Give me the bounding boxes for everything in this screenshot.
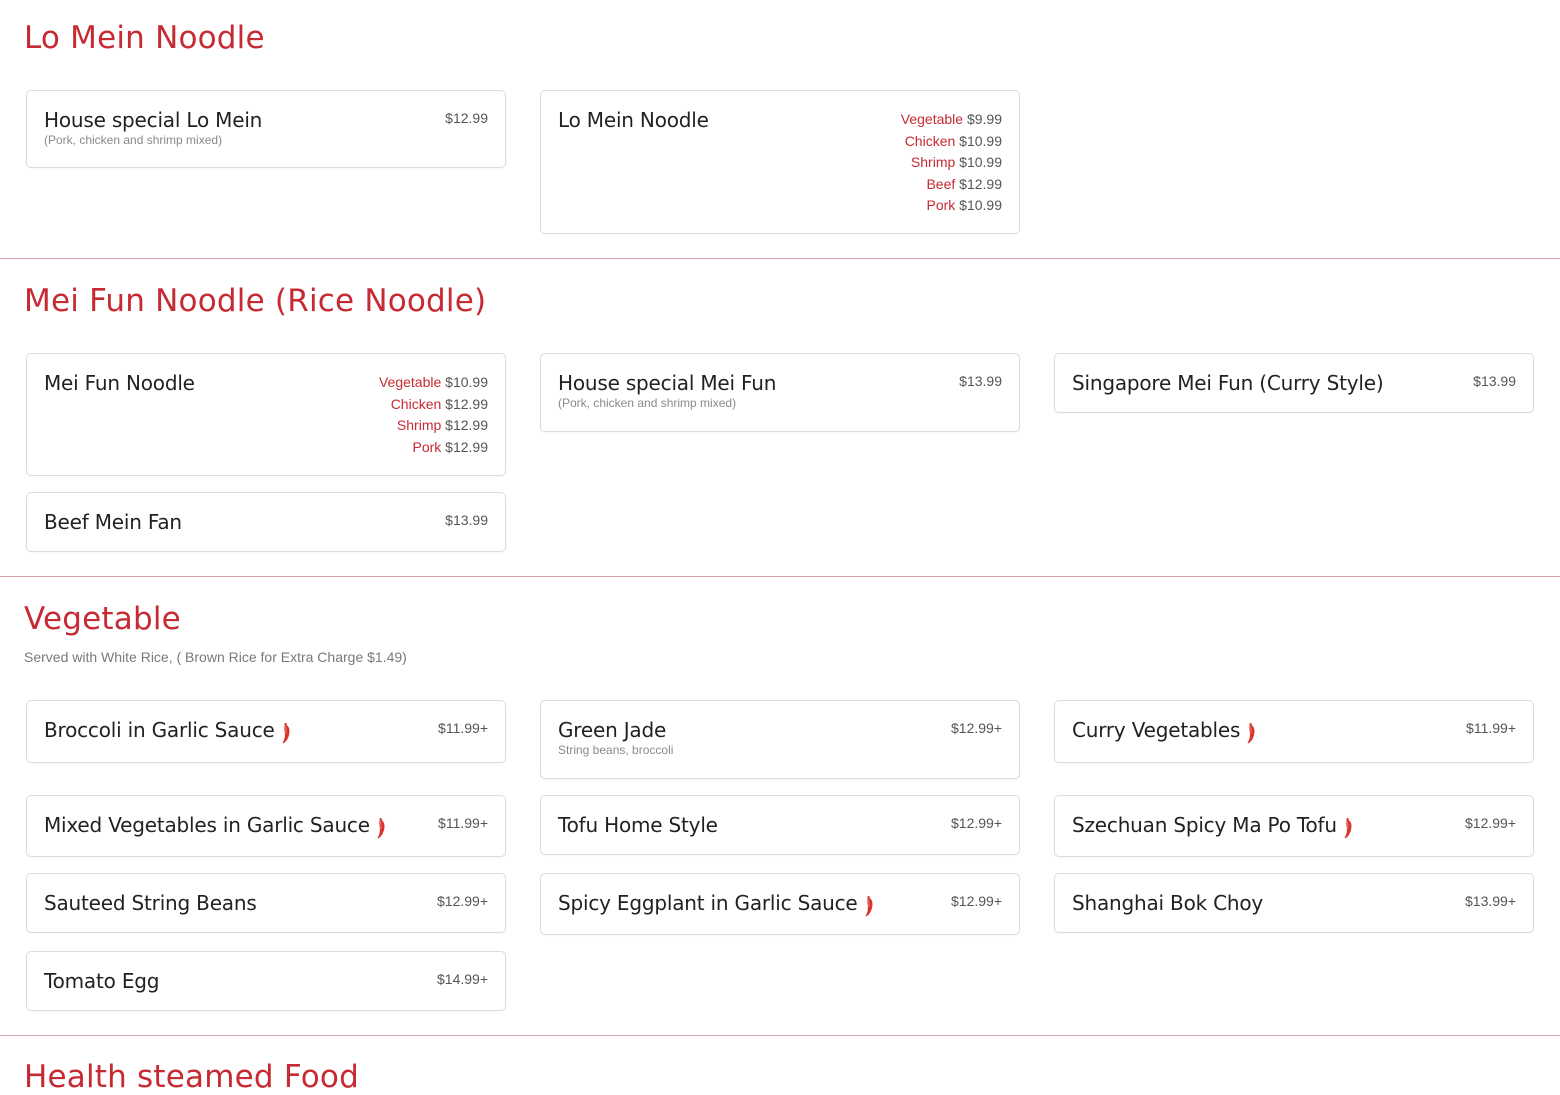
menu-item-card[interactable]: Spicy Eggplant in Garlic Sauce $12.99+ <box>540 873 1020 935</box>
item-price: $12.99+ <box>437 893 488 909</box>
option-price: $12.99 <box>445 395 488 412</box>
section-divider <box>0 258 1560 259</box>
menu-item-card[interactable]: Tomato Egg $14.99+ <box>26 951 506 1011</box>
chili-pepper-icon <box>1246 722 1256 744</box>
item-price: $12.99+ <box>951 720 1002 736</box>
item-name-text: Szechuan Spicy Ma Po Tofu <box>1072 813 1337 837</box>
option-label: Chicken <box>390 395 442 412</box>
option-price: $9.99 <box>966 111 1002 127</box>
option-label: Chicken <box>904 132 956 149</box>
menu-item-card[interactable]: House special Lo Mein (Pork, chicken and… <box>26 90 506 168</box>
item-name: Mei Fun Noodle <box>44 371 195 395</box>
item-price: $12.99+ <box>951 893 1002 909</box>
option-price: $12.99 <box>959 175 1002 192</box>
item-price: $13.99 <box>1473 373 1516 389</box>
item-price: $11.99+ <box>438 720 488 736</box>
item-name: Beef Mein Fan <box>44 510 182 534</box>
price-option[interactable]: Pork $12.99 <box>379 437 488 459</box>
item-name: Shanghai Bok Choy <box>1072 891 1264 915</box>
menu-item-card[interactable]: Lo Mein Noodle Vegetable $9.99 Chicken $… <box>540 90 1020 234</box>
section-title: Lo Mein Noodle <box>24 20 265 56</box>
item-name: Spicy Eggplant in Garlic Sauce <box>558 891 874 917</box>
option-label: Beef <box>926 175 956 192</box>
menu-item-card[interactable]: Curry Vegetables $11.99+ <box>1054 700 1534 763</box>
option-label: Vegetable <box>378 374 442 390</box>
price-option[interactable]: Chicken $12.99 <box>379 394 488 416</box>
item-price: $13.99 <box>445 512 488 528</box>
option-label: Pork <box>926 197 956 213</box>
option-label: Pork <box>412 438 442 455</box>
item-name: Tofu Home Style <box>558 813 718 837</box>
item-name: Green Jade <box>558 718 667 742</box>
option-label: Shrimp <box>396 417 442 433</box>
item-price: $14.99+ <box>437 971 488 987</box>
item-price: $12.99+ <box>951 815 1002 831</box>
section-title: Vegetable <box>24 601 181 637</box>
option-price: $10.99 <box>959 154 1002 170</box>
item-name: Mixed Vegetables in Garlic Sauce <box>44 813 386 839</box>
menu-item-card[interactable]: Szechuan Spicy Ma Po Tofu $12.99+ <box>1054 795 1534 857</box>
price-option[interactable]: Vegetable $10.99 <box>379 372 488 394</box>
item-name: Sauteed String Beans <box>44 891 257 915</box>
item-name: Curry Vegetables <box>1072 718 1256 744</box>
menu-item-card[interactable]: Sauteed String Beans $12.99+ <box>26 873 506 933</box>
option-price: $12.99 <box>445 417 488 433</box>
option-label: Shrimp <box>910 154 956 170</box>
item-price: $11.99+ <box>438 815 488 831</box>
item-name-text: Curry Vegetables <box>1072 718 1241 742</box>
price-option[interactable]: Pork $10.99 <box>901 195 1002 217</box>
item-description: (Pork, chicken and shrimp mixed) <box>44 133 223 147</box>
price-option[interactable]: Shrimp $10.99 <box>901 152 1002 174</box>
chili-pepper-icon <box>1343 817 1353 839</box>
item-price: $11.99+ <box>1466 720 1516 736</box>
section-title: Health steamed Food <box>24 1059 359 1095</box>
price-option[interactable]: Chicken $10.99 <box>901 131 1002 153</box>
item-description: (Pork, chicken and shrimp mixed) <box>558 396 737 410</box>
price-option[interactable]: Beef $12.99 <box>901 174 1002 196</box>
section-title: Mei Fun Noodle (Rice Noodle) <box>24 283 487 319</box>
item-price: $12.99+ <box>1465 815 1516 831</box>
option-price: $10.99 <box>445 374 488 390</box>
option-label: Vegetable <box>900 111 964 127</box>
item-name-text: Spicy Eggplant in Garlic Sauce <box>558 891 858 915</box>
menu-item-card[interactable]: Singapore Mei Fun (Curry Style) $13.99 <box>1054 353 1534 413</box>
price-option[interactable]: Shrimp $12.99 <box>379 415 488 437</box>
section-note: Served with White Rice, ( Brown Rice for… <box>24 649 407 665</box>
item-name: Broccoli in Garlic Sauce <box>44 718 291 744</box>
menu-item-card[interactable]: Mei Fun Noodle Vegetable $10.99 Chicken … <box>26 353 506 476</box>
option-price: $12.99 <box>445 438 488 455</box>
section-divider <box>0 576 1560 577</box>
chili-pepper-icon <box>376 817 386 839</box>
item-description: String beans, broccoli <box>558 743 674 757</box>
chili-pepper-icon <box>281 722 291 744</box>
item-name: Tomato Egg <box>44 969 160 993</box>
menu-item-card[interactable]: Beef Mein Fan $13.99 <box>26 492 506 552</box>
menu-item-card[interactable]: Green Jade String beans, broccoli $12.99… <box>540 700 1020 779</box>
item-name-text: Mixed Vegetables in Garlic Sauce <box>44 813 370 837</box>
item-name: House special Lo Mein <box>44 108 263 132</box>
price-options: Vegetable $10.99 Chicken $12.99 Shrimp $… <box>379 372 488 458</box>
item-price: $13.99+ <box>1465 893 1516 909</box>
option-price: $10.99 <box>959 132 1002 149</box>
price-options: Vegetable $9.99 Chicken $10.99 Shrimp $1… <box>901 109 1002 217</box>
item-price: $12.99 <box>445 110 488 126</box>
price-option[interactable]: Vegetable $9.99 <box>901 109 1002 131</box>
menu-item-card[interactable]: Shanghai Bok Choy $13.99+ <box>1054 873 1534 933</box>
item-name: House special Mei Fun <box>558 371 777 395</box>
item-name: Singapore Mei Fun (Curry Style) <box>1072 371 1384 395</box>
item-name-text: Broccoli in Garlic Sauce <box>44 718 275 742</box>
menu-item-card[interactable]: Tofu Home Style $12.99+ <box>540 795 1020 855</box>
menu-item-card[interactable]: Mixed Vegetables in Garlic Sauce $11.99+ <box>26 795 506 857</box>
menu-item-card[interactable]: Broccoli in Garlic Sauce $11.99+ <box>26 700 506 763</box>
section-divider <box>0 1035 1560 1036</box>
item-name: Lo Mein Noodle <box>558 108 709 132</box>
chili-pepper-icon <box>864 895 874 917</box>
menu-item-card[interactable]: House special Mei Fun (Pork, chicken and… <box>540 353 1020 432</box>
item-name: Szechuan Spicy Ma Po Tofu <box>1072 813 1353 839</box>
item-price: $13.99 <box>959 373 1002 389</box>
option-price: $10.99 <box>959 197 1002 213</box>
